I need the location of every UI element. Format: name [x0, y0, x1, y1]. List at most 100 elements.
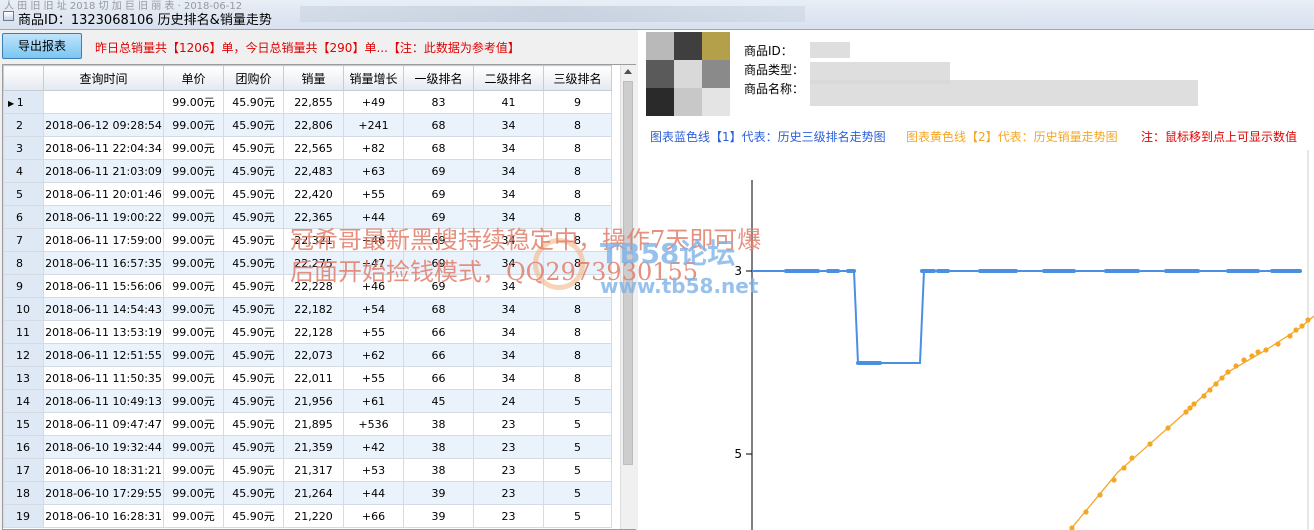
series-2-marker[interactable] [1147, 441, 1153, 447]
row-number[interactable]: 14 [3, 389, 44, 413]
cell-growth: +49 [343, 90, 404, 114]
scroll-up-arrow-icon[interactable] [624, 69, 632, 74]
series-2-marker[interactable] [1255, 349, 1261, 355]
series-2-marker[interactable] [1241, 357, 1247, 363]
history-table: 查询时间 单价 团购价 销量 销量增长 一级排名 二级排名 三级排名 ▶ 1 2018-06-1… [3, 65, 612, 528]
cell-sales: 22,483 [283, 159, 344, 183]
series-2-marker[interactable] [1165, 425, 1171, 431]
series-2-marker[interactable] [1129, 455, 1135, 461]
table-row[interactable]: 11 2018-06-11 13:53:19 99.00元 45.90元 22,128 +… [3, 320, 612, 344]
table-row[interactable]: 4 2018-06-11 21:03:09 99.00元 45.90元 22,483 +6… [3, 159, 612, 183]
row-number[interactable]: 3 [3, 136, 44, 160]
table-row[interactable]: 15 2018-06-11 09:47:47 99.00元 45.90元 21,895 +… [3, 412, 612, 436]
cell-r3: 8 [543, 297, 612, 321]
cell-sales: 21,956 [283, 389, 344, 413]
row-number[interactable]: 18 [3, 481, 44, 505]
series-2-sales-line[interactable] [1069, 315, 1314, 530]
table-row[interactable]: 3 2018-06-11 22:04:34 99.00元 45.90元 22,565 +8… [3, 136, 612, 160]
series-2-marker[interactable] [1249, 353, 1255, 359]
row-number[interactable]: 15 [3, 412, 44, 436]
row-number[interactable]: 4 [3, 159, 44, 183]
legend-blue-text: 图表蓝色线【1】代表：历史三级排名走势图 [650, 130, 886, 144]
table-row[interactable]: 18 2018-06-10 17:29:55 99.00元 45.90元 21,264 +… [3, 481, 612, 505]
series-2-marker[interactable] [1233, 363, 1239, 369]
export-report-button[interactable]: 导出报表 [2, 33, 82, 59]
series-2-marker[interactable] [1183, 409, 1189, 415]
table-row[interactable]: 19 2018-06-10 16:28:31 99.00元 45.90元 21,220 +… [3, 504, 612, 528]
row-number[interactable]: 5 [3, 182, 44, 206]
column-header[interactable]: 单价 [163, 65, 224, 91]
row-number[interactable]: 19 [3, 504, 44, 528]
product-thumbnail [646, 32, 730, 116]
trend-chart[interactable]: 3 5 [638, 150, 1314, 530]
table-row[interactable]: 2 2018-06-12 09:28:54 99.00元 45.90元 22,806 +2… [3, 113, 612, 137]
history-data-grid[interactable]: 查询时间 单价 团购价 销量 销量增长 一级排名 二级排名 三级排名 ▶ 1 2018-06-1… [2, 64, 636, 530]
column-header[interactable]: 二级排名 [473, 65, 544, 91]
series-2-marker[interactable] [1201, 393, 1207, 399]
series-2-marker[interactable] [1213, 381, 1219, 387]
series-2-marker[interactable] [1121, 465, 1127, 471]
row-number[interactable]: 16 [3, 435, 44, 459]
cell-group: 45.90元 [223, 90, 284, 114]
row-number[interactable]: 10 [3, 297, 44, 321]
column-header[interactable]: 查询时间 [43, 65, 164, 91]
series-2-marker[interactable] [1287, 333, 1293, 339]
series-2-marker[interactable] [1299, 323, 1305, 329]
series-2-marker[interactable] [1097, 492, 1103, 498]
table-row[interactable]: 12 2018-06-11 12:51:55 99.00元 45.90元 22,073 +… [3, 343, 612, 367]
cell-r1: 69 [403, 159, 474, 183]
series-2-marker[interactable] [1111, 477, 1117, 483]
series-2-marker[interactable] [1207, 387, 1213, 393]
cell-price: 99.00元 [163, 90, 224, 114]
cell-time: 2018-06-11 15:56:06 [43, 274, 164, 298]
series-2-marker[interactable] [1187, 405, 1193, 411]
column-header[interactable]: 三级排名 [543, 65, 612, 91]
cell-price: 99.00元 [163, 435, 224, 459]
row-number[interactable]: 13 [3, 366, 44, 390]
series-2-markers[interactable] [1069, 317, 1311, 530]
series-2-marker[interactable] [1305, 317, 1311, 323]
series-2-marker[interactable] [1293, 327, 1299, 333]
table-row[interactable]: 10 2018-06-11 14:54:43 99.00元 45.90元 22,182 +… [3, 297, 612, 321]
row-number[interactable]: 8 [3, 251, 44, 275]
series-2-marker[interactable] [1225, 369, 1231, 375]
row-number[interactable]: 6 [3, 205, 44, 229]
row-number[interactable]: 17 [3, 458, 44, 482]
row-number[interactable]: 12 [3, 343, 44, 367]
cell-time: 2018-06-11 16:57:35 [43, 251, 164, 275]
row-number[interactable]: ▶ 1 [3, 90, 44, 114]
cell-r2: 34 [473, 297, 544, 321]
series-2-marker[interactable] [1191, 401, 1197, 407]
table-row[interactable]: 14 2018-06-11 10:49:13 99.00元 45.90元 21,956 +… [3, 389, 612, 413]
row-header-corner [3, 65, 44, 91]
row-number[interactable]: 11 [3, 320, 44, 344]
table-row[interactable]: ▶ 1 2018-06-12 10:31:55 99.00元 45.90元 22,855… [3, 90, 612, 114]
cell-time: 2018-06-12 09:28:54 [43, 113, 164, 137]
cell-group: 45.90元 [223, 205, 284, 229]
cell-group: 45.90元 [223, 343, 284, 367]
series-1-rank-line[interactable] [752, 270, 1300, 364]
column-header[interactable]: 一级排名 [403, 65, 474, 91]
row-number[interactable]: 2 [3, 113, 44, 137]
series-2-marker[interactable] [1275, 341, 1281, 347]
table-row[interactable]: 13 2018-06-11 11:50:35 99.00元 45.90元 22,011 +… [3, 366, 612, 390]
cell-r3: 5 [543, 458, 612, 482]
cell-r3: 8 [543, 182, 612, 206]
cell-growth: +61 [343, 389, 404, 413]
table-row[interactable]: 5 2018-06-11 20:01:46 99.00元 45.90元 22,420 +5… [3, 182, 612, 206]
series-1-markers[interactable] [784, 269, 1302, 365]
cell-time: 2018-06-11 22:04:34 [43, 136, 164, 160]
column-header[interactable]: 销量增长 [343, 65, 404, 91]
cell-sales: 21,220 [283, 504, 344, 528]
column-header[interactable]: 销量 [283, 65, 344, 91]
row-number[interactable]: 7 [3, 228, 44, 252]
table-row[interactable]: 17 2018-06-10 18:31:21 99.00元 45.90元 21,317 +… [3, 458, 612, 482]
legend-note-text: 注：鼠标移到点上可显示数值 [1141, 130, 1298, 144]
cell-price: 99.00元 [163, 136, 224, 160]
series-2-marker[interactable] [1219, 375, 1225, 381]
table-row[interactable]: 16 2018-06-10 19:32:44 99.00元 45.90元 21,359 +… [3, 435, 612, 459]
row-number[interactable]: 9 [3, 274, 44, 298]
column-header[interactable]: 团购价 [223, 65, 284, 91]
series-2-marker[interactable] [1083, 509, 1089, 515]
series-2-marker[interactable] [1263, 347, 1269, 353]
